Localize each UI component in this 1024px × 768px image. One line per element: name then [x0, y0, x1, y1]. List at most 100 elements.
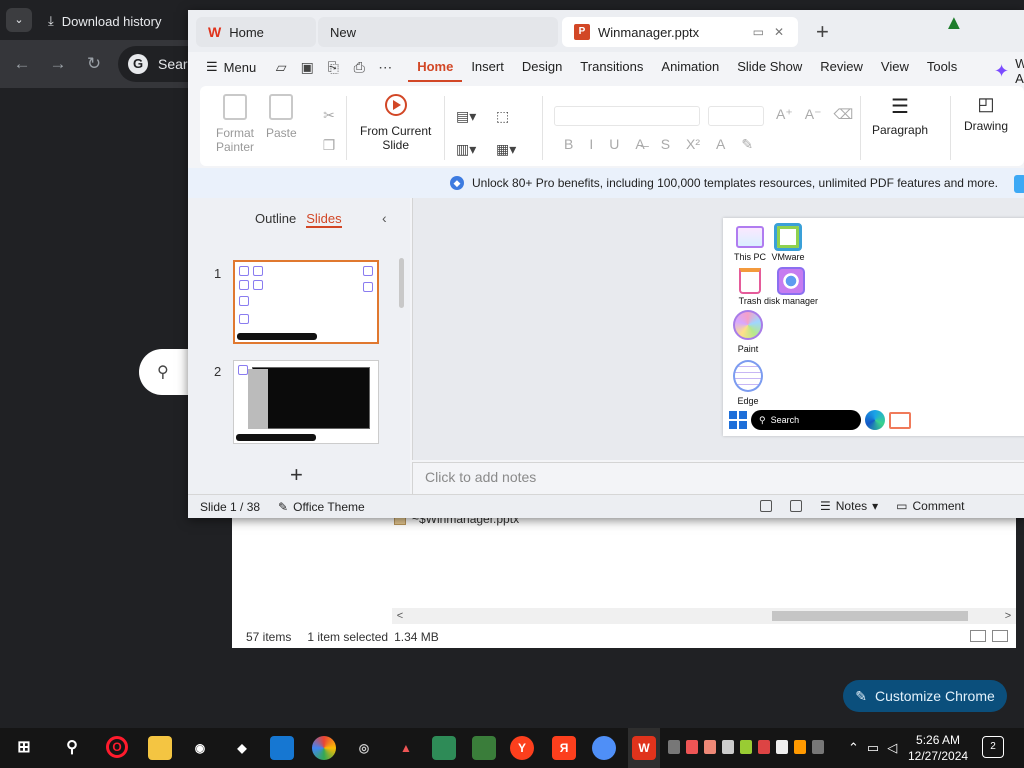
notes-toggle[interactable]: ☰ Notes ▾ — [820, 499, 878, 513]
scroll-right-icon[interactable]: > — [1000, 608, 1016, 624]
export-icon[interactable]: ⎘ — [324, 58, 342, 76]
superscript-icon[interactable]: X² — [686, 136, 700, 153]
steam-icon[interactable]: ◉ — [188, 736, 212, 760]
collapse-pane-icon[interactable]: ‹ — [382, 210, 387, 226]
reload-icon[interactable]: ↻ — [82, 52, 106, 76]
tray-app-icon[interactable] — [812, 740, 824, 754]
notes-field[interactable]: Click to add notes — [412, 462, 1024, 494]
menu-home[interactable]: Home — [408, 52, 463, 82]
font-size-select[interactable] — [708, 106, 764, 126]
wps-ai-button[interactable]: ✦ WPS AI — [994, 56, 1024, 86]
wps-taskbar-icon[interactable]: W — [632, 736, 656, 760]
tab-search-button[interactable]: ⌄ — [6, 8, 32, 32]
spreadsheet-icon[interactable] — [432, 736, 456, 760]
cut-icon[interactable]: ✂ — [320, 106, 338, 124]
font-family-select[interactable] — [554, 106, 700, 126]
menu-review[interactable]: Review — [811, 52, 872, 82]
search-icon[interactable]: ⚲ — [60, 736, 84, 760]
theme-button[interactable]: ✎ Office Theme — [278, 500, 365, 514]
menu-design[interactable]: Design — [513, 52, 571, 82]
tab-outline[interactable]: Outline — [255, 211, 296, 228]
tray-app-icon[interactable] — [722, 740, 734, 754]
chevron-up-icon[interactable]: ⌃ — [848, 740, 859, 756]
app-icon[interactable]: ▲ — [394, 736, 418, 760]
tray-app-icon[interactable] — [704, 740, 716, 754]
save-icon[interactable]: ▣ — [298, 58, 316, 76]
menu-view[interactable]: View — [872, 52, 918, 82]
shadow-icon[interactable]: S — [661, 136, 670, 153]
tray-app-icon[interactable] — [758, 740, 770, 754]
tray-app-icon[interactable] — [794, 740, 806, 754]
strikethrough-icon[interactable]: A̶ — [635, 136, 644, 153]
font-color-icon[interactable]: A — [716, 136, 725, 153]
underline-icon[interactable]: U — [609, 136, 619, 153]
back-icon[interactable]: ← — [10, 52, 34, 76]
italic-icon[interactable]: I — [589, 136, 593, 153]
network-icon[interactable]: ▭ — [867, 740, 879, 756]
tab-slides[interactable]: Slides — [306, 211, 342, 228]
more-icon[interactable]: ⋯ — [376, 58, 394, 76]
autoplay-icon[interactable] — [790, 500, 802, 512]
browser-icon[interactable] — [592, 736, 616, 760]
drawing-button[interactable]: ◰ Drawing — [964, 94, 1008, 133]
forward-icon[interactable]: → — [46, 52, 70, 76]
scroll-left-icon[interactable]: < — [392, 608, 408, 624]
tab-new[interactable]: New — [318, 17, 558, 47]
notification-center[interactable]: 2 — [982, 736, 1004, 758]
vmware-taskbar-icon[interactable] — [270, 736, 294, 760]
tiles-view-icon[interactable] — [992, 630, 1008, 642]
tray-app-icon[interactable] — [776, 740, 788, 754]
main-menu-button[interactable]: ☰ Menu — [188, 59, 268, 75]
chrome-icon[interactable] — [312, 736, 336, 760]
clear-format-icon[interactable]: ⌫ — [833, 106, 853, 123]
volume-icon[interactable]: ◁ — [887, 740, 897, 756]
section-icon[interactable]: ▥▾ — [456, 141, 496, 158]
start-icon[interactable]: ⊞ — [12, 736, 36, 760]
close-tab-icon[interactable]: ✕ — [774, 25, 784, 39]
yandex-browser-icon[interactable]: Y — [510, 736, 534, 760]
menu-tools[interactable]: Tools — [918, 52, 966, 82]
yandex-icon[interactable]: Я — [552, 736, 576, 760]
smart-icon[interactable] — [760, 500, 772, 512]
tray-app-icon[interactable] — [686, 740, 698, 754]
slide-canvas[interactable]: This PC VMware Trash disk manager Paint … — [723, 218, 1024, 436]
paragraph-button[interactable]: ☰ Paragraph — [872, 94, 928, 137]
slide-thumbnail-1[interactable] — [233, 260, 379, 344]
pane-scrollbar[interactable] — [399, 258, 404, 308]
decrease-font-icon[interactable]: A⁻ — [805, 106, 822, 123]
terminal-icon[interactable] — [472, 736, 496, 760]
highlight-icon[interactable]: ✎ — [741, 136, 753, 153]
obs-icon[interactable]: ◎ — [352, 736, 376, 760]
format-painter-button[interactable]: Format Painter — [216, 94, 254, 154]
paste-button[interactable]: Paste — [266, 94, 297, 140]
tab-document[interactable]: P Winmanager.pptx ▭ ✕ — [562, 17, 798, 47]
details-view-icon[interactable] — [970, 630, 986, 642]
chrome-tab-download-history[interactable]: ⤓ Download history — [40, 6, 190, 36]
customize-chrome-button[interactable]: ✎ Customize Chrome — [843, 680, 1007, 712]
file-explorer-icon[interactable] — [148, 736, 172, 760]
bold-icon[interactable]: B — [564, 136, 573, 153]
tab-home[interactable]: W Home — [196, 17, 316, 47]
reset-icon[interactable]: ▦▾ — [496, 141, 536, 158]
layout-icon[interactable]: ⬚ — [496, 108, 536, 125]
open-folder-icon[interactable]: ▱ — [272, 58, 290, 76]
tray-app-icon[interactable] — [668, 740, 680, 754]
horizontal-scrollbar[interactable]: < > — [392, 608, 1016, 624]
menu-slide-show[interactable]: Slide Show — [728, 52, 811, 82]
opera-icon[interactable]: O — [106, 736, 128, 758]
promo-button[interactable] — [1014, 175, 1024, 193]
print-icon[interactable]: ⎙ — [350, 58, 368, 76]
roblox-icon[interactable]: ◆ — [230, 736, 254, 760]
increase-font-icon[interactable]: A⁺ — [776, 106, 793, 123]
comment-toggle[interactable]: ▭ Comment — [896, 499, 964, 513]
slide-thumbnail-2[interactable] — [233, 360, 379, 444]
add-slide-button[interactable]: + — [290, 462, 303, 488]
scroll-thumb[interactable] — [772, 611, 968, 621]
window-icon[interactable]: ▭ — [753, 25, 764, 39]
menu-insert[interactable]: Insert — [462, 52, 513, 82]
menu-transitions[interactable]: Transitions — [571, 52, 652, 82]
clock[interactable]: 5:26 AM 12/27/2024 — [908, 732, 968, 764]
copy-icon[interactable]: ❐ — [320, 136, 338, 154]
from-current-slide-button[interactable]: From Current Slide — [360, 94, 431, 152]
new-slide-icon[interactable]: ▤▾ — [456, 108, 496, 125]
